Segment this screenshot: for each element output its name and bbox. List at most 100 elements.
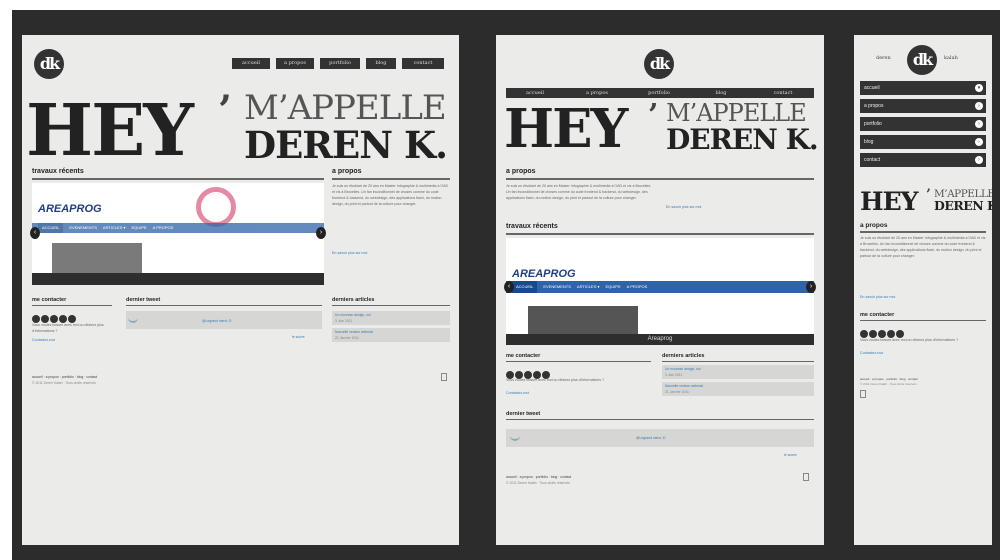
nav-accueil[interactable]: accueil ▾ <box>860 81 986 95</box>
footer-links[interactable]: accueil · a propos · portfolio · blog · … <box>506 475 571 479</box>
heading-apropos: a propos <box>332 168 362 175</box>
footer-links[interactable]: accueil · a propos · portfolio · blog · … <box>860 377 918 381</box>
slider-brand: AREAPROG <box>512 268 576 280</box>
hero-hey: HEY <box>26 88 194 172</box>
tweet-more-link[interactable]: le suivre <box>292 335 305 339</box>
footer-links[interactable]: accueil · a propos · portfolio · blog · … <box>32 375 97 379</box>
logo[interactable]: dk <box>34 49 64 79</box>
slider-next-icon[interactable]: › <box>806 281 816 293</box>
article-date: 21 Janvier 2011 <box>665 390 689 394</box>
nav-accueil[interactable]: accueil <box>506 88 564 98</box>
nav-portfolio[interactable]: portfolio › <box>860 117 986 131</box>
decor-logo-icon <box>196 187 236 227</box>
article-title[interactable]: Nouvelle version webnick <box>665 384 703 388</box>
mobile-layout-panel: deren dk kalah accueil ▾ a propos › portfo… <box>854 35 992 545</box>
tweet-more-link[interactable]: le suivre <box>784 453 797 457</box>
apropos-text: Je suis un étudiant de 20 ans en Master … <box>506 184 652 200</box>
hero-name: DEREN K. <box>244 123 448 167</box>
nav-blog[interactable]: blog › <box>860 135 986 149</box>
article-title[interactable]: Nouvelle version webnick <box>335 330 373 334</box>
nav-a-propos[interactable]: a propos <box>568 88 626 98</box>
divider <box>506 419 814 420</box>
slider-next-icon[interactable]: › <box>316 227 326 239</box>
divider <box>506 233 814 235</box>
nav-accueil[interactable]: accueil <box>232 58 270 69</box>
footer-copyright: © 2011 Deren Kalah · Tous droits réservé… <box>860 382 917 386</box>
hero-hey: HEY <box>504 98 628 160</box>
article-date: 21 Janvier 2011 <box>335 336 359 340</box>
divider <box>506 178 814 180</box>
apropos-text: Je suis un étudiant de 20 ans en Master … <box>332 184 449 206</box>
hero-name: DEREN K. <box>666 123 819 156</box>
heading-contacter: me contacter <box>860 312 895 318</box>
portfolio-doc-icon <box>860 390 866 398</box>
nav-a-propos[interactable]: a propos <box>276 58 314 69</box>
nav-blog[interactable]: blog <box>692 88 750 98</box>
heading-apropos: a propos <box>506 168 536 175</box>
hero-apostrophe: ’ <box>926 187 931 203</box>
slider-prev-icon[interactable]: ‹ <box>30 227 40 239</box>
nav-contact[interactable]: contact › <box>860 153 986 167</box>
chevron-right-icon: › <box>975 138 983 146</box>
heading-contacter: me contacter <box>506 353 541 359</box>
logo[interactable]: dk <box>907 45 937 75</box>
logo[interactable]: dk <box>644 49 674 79</box>
slider-brand: AREAPROG <box>38 203 102 215</box>
slider-nav: ACCUEIL EVENEMENTS ARTICLES ▾ EQUIPE A PROPO… <box>506 281 814 293</box>
chevron-right-icon: › <box>975 120 983 128</box>
divider <box>32 305 112 306</box>
nav-contact[interactable]: contact <box>754 88 812 98</box>
divider <box>662 361 814 362</box>
divider <box>332 305 450 306</box>
article-title[interactable]: Un nouveau design, oui <box>335 313 371 317</box>
heading-travaux: travaux récents <box>32 168 84 175</box>
article-title[interactable]: Un nouveau design, oui <box>665 367 701 371</box>
slider-prev-icon[interactable]: ‹ <box>504 281 514 293</box>
nav-portfolio[interactable]: portfolio <box>630 88 688 98</box>
apropos-link[interactable]: En savoir plus sur moi <box>666 205 701 209</box>
tweet-text[interactable]: @Legrand merci :D <box>636 436 665 440</box>
footer-copyright: © 2011 Deren Kalah · Tous droits réservé… <box>32 381 96 385</box>
nav-a-propos[interactable]: a propos › <box>860 99 986 113</box>
hero-hey: HEY <box>860 187 919 216</box>
apropos-link[interactable]: En savoir plus sur moi <box>332 251 367 255</box>
divider <box>126 305 322 306</box>
contact-link[interactable]: Contactez-moi <box>506 391 529 395</box>
chevron-right-icon: › <box>975 102 983 110</box>
hero-apostrophe: ’ <box>648 98 659 133</box>
heading-apropos: a propos <box>860 222 888 229</box>
nav-portfolio[interactable]: portfolio <box>320 58 360 69</box>
article-date: 3 Juin 2011 <box>665 373 683 377</box>
portfolio-doc-icon <box>441 373 447 381</box>
divider <box>332 178 450 180</box>
contact-text: Vous voulez bosser avec moi ou désirez p… <box>32 323 104 333</box>
hero-mappelle: M’APPELLE <box>244 88 447 128</box>
slider-caption-bar <box>32 273 324 285</box>
contact-text: Vous voulez bosser avec moi ou désirez p… <box>506 378 605 382</box>
portfolio-doc-icon <box>803 473 809 481</box>
apropos-link[interactable]: En savoir plus sur moi <box>860 295 895 299</box>
hero-name: DEREN K. <box>934 198 992 213</box>
slider-caption: Areaprog <box>506 334 814 345</box>
contact-link[interactable]: Contactez-moi <box>860 351 883 355</box>
apropos-text: Je suis un étudiant de 20 ans en Master … <box>860 236 986 258</box>
hero-mappelle: M’APPELLE <box>666 99 807 127</box>
divider <box>32 178 324 180</box>
contact-link[interactable]: Contactez-moi <box>32 338 55 342</box>
heading-tweet: dernier tweet <box>506 411 541 417</box>
heading-contacter: me contacter <box>32 297 67 303</box>
heading-articles: derniers articles <box>332 297 375 303</box>
tablet-layout-panel: dk accueil a propos portfolio blog conta… <box>496 35 824 545</box>
tweet-text[interactable]: @Legrand merci :D <box>202 319 231 323</box>
nav-blog[interactable]: blog <box>366 58 396 69</box>
divider <box>860 231 986 233</box>
heading-travaux: travaux récents <box>506 223 558 230</box>
desktop-layout-panel: dk accueil a propos portfolio blog conta… <box>22 35 459 545</box>
footer-copyright: © 2011 Deren Kalah · Tous droits réservé… <box>506 481 570 485</box>
heading-tweet: dernier tweet <box>126 297 161 303</box>
nav-contact[interactable]: contact <box>402 58 444 69</box>
chevron-right-icon: › <box>975 156 983 164</box>
divider <box>860 320 986 321</box>
divider <box>506 361 651 362</box>
slider-nav: ACCUEIL EVENEMENTS ARTICLES ▾ EQUIPE A PROPO… <box>32 223 324 233</box>
